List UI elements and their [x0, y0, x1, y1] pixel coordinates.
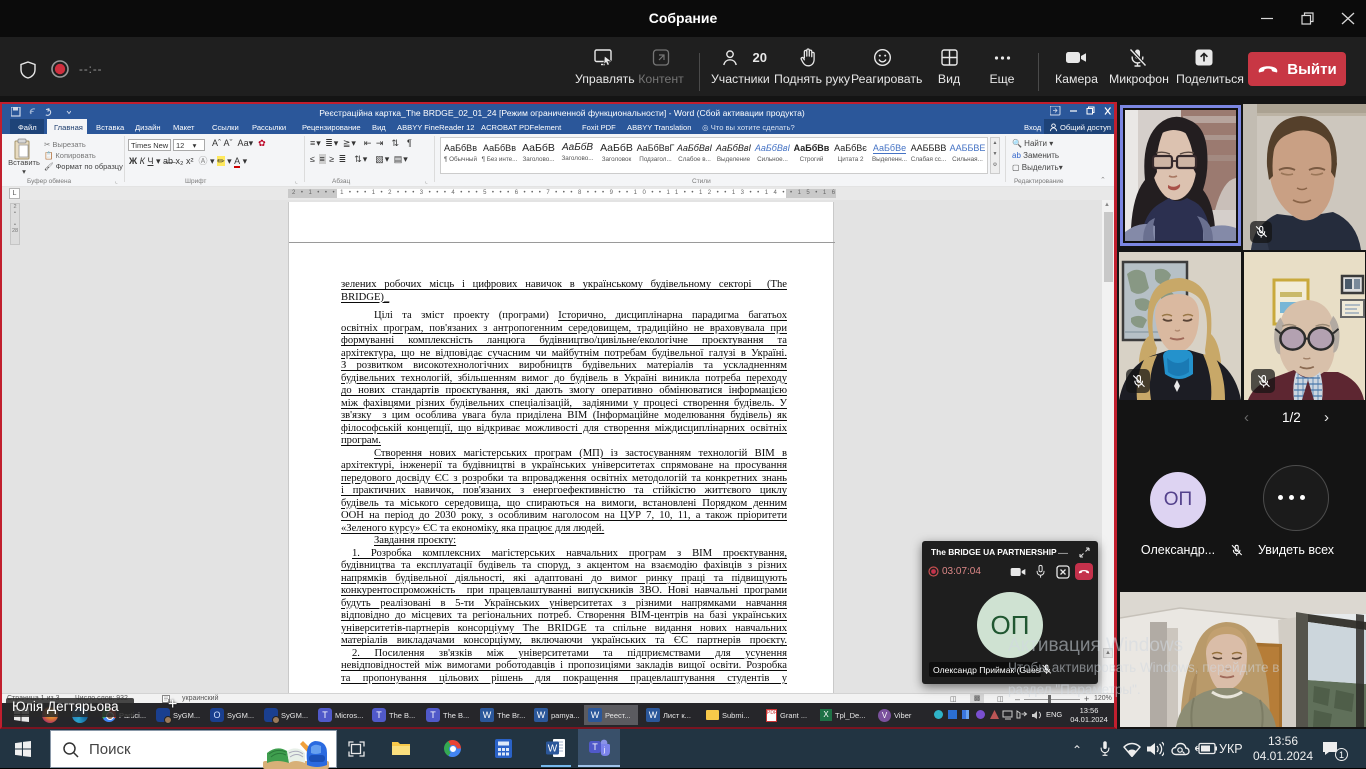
svg-text:W: W [548, 744, 558, 755]
svg-text:T: T [592, 742, 598, 752]
svg-text:j: j [603, 747, 606, 754]
